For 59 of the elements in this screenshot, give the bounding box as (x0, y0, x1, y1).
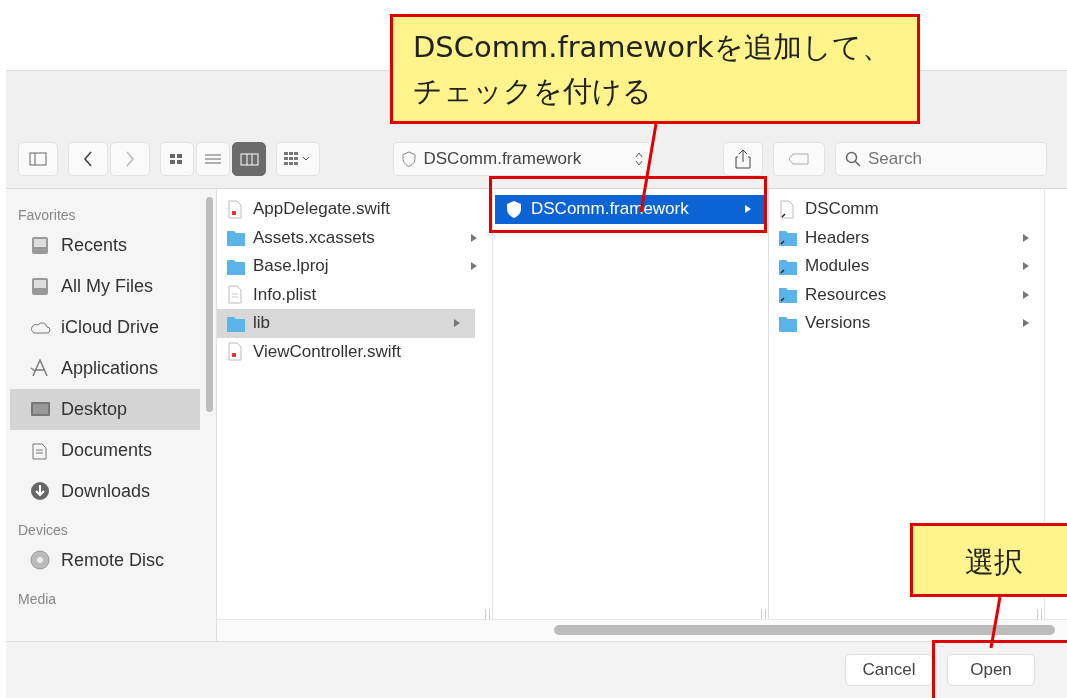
arrange-button[interactable] (276, 142, 320, 176)
shield-icon (505, 199, 523, 219)
forward-button[interactable] (110, 142, 150, 176)
callout-text: DSComm.frameworkを追加して、 チェックを付ける (413, 29, 892, 110)
document-icon (779, 199, 797, 219)
search-field[interactable]: Search (835, 142, 1047, 176)
sidebar-toggle-button[interactable] (18, 142, 58, 176)
columns-icon (239, 151, 259, 167)
shield-icon (399, 150, 418, 168)
document-icon (227, 342, 245, 362)
tag-button[interactable] (773, 142, 825, 176)
file-row[interactable]: lib (217, 309, 475, 338)
disc-icon (30, 550, 51, 571)
folder-icon (779, 228, 797, 248)
callout-text: 選択 (965, 544, 1024, 581)
sidebar-icon (29, 152, 47, 166)
file-row[interactable]: DSComm (769, 195, 1044, 224)
sidebar-item[interactable]: iCloud Drive (10, 307, 200, 348)
sidebar-item[interactable]: Remote Disc (10, 540, 200, 581)
dialog-button[interactable]: Cancel (845, 654, 933, 686)
path-popup[interactable]: DSComm.framework (392, 142, 651, 176)
file-row[interactable]: Base.lproj (217, 252, 492, 281)
scrollbar-thumb[interactable] (206, 197, 213, 412)
tag-icon (788, 152, 810, 166)
sidebar-item[interactable]: Desktop (10, 389, 200, 430)
folder-icon (779, 285, 797, 305)
document-icon (227, 199, 245, 219)
file-row[interactable]: ViewController.swift (217, 337, 492, 366)
updown-arrows-icon (633, 151, 644, 167)
sidebar-item[interactable]: Recents (10, 225, 200, 266)
folder-icon (227, 228, 245, 248)
file-row[interactable]: Versions (769, 309, 1044, 338)
document-icon (227, 285, 245, 305)
scrollbar-thumb[interactable] (554, 625, 1055, 635)
share-icon (735, 149, 751, 169)
sidebar-item[interactable]: Applications (10, 348, 200, 389)
sidebar-item[interactable]: Downloads (10, 471, 200, 512)
dialog-button[interactable]: Open (947, 654, 1035, 686)
chevron-right-icon (125, 151, 135, 167)
back-button[interactable] (68, 142, 108, 176)
view-mode-button[interactable] (232, 142, 266, 176)
file-row[interactable]: Info.plist (217, 280, 492, 309)
chevron-left-icon (83, 151, 93, 167)
file-row[interactable]: Headers (769, 223, 1044, 252)
section-heading: Favorites (17, 206, 77, 225)
section-heading: Devices (17, 521, 69, 540)
sidebar-item[interactable]: Documents (10, 430, 200, 471)
section-heading: Media (17, 590, 58, 609)
sidebar-item[interactable]: All My Files (10, 266, 200, 307)
file-row[interactable]: Resources (769, 280, 1044, 309)
file-row[interactable]: Modules (769, 252, 1044, 281)
file-row[interactable]: AppDelegate.swift (217, 195, 492, 224)
download-icon (30, 481, 51, 502)
tray-icon (30, 276, 51, 297)
list-icon (203, 151, 223, 167)
tray-icon (30, 235, 51, 256)
share-button[interactable] (723, 142, 763, 176)
file-row[interactable]: DSComm.framework (495, 195, 766, 224)
file-row[interactable]: Assets.xcassets (217, 223, 492, 252)
